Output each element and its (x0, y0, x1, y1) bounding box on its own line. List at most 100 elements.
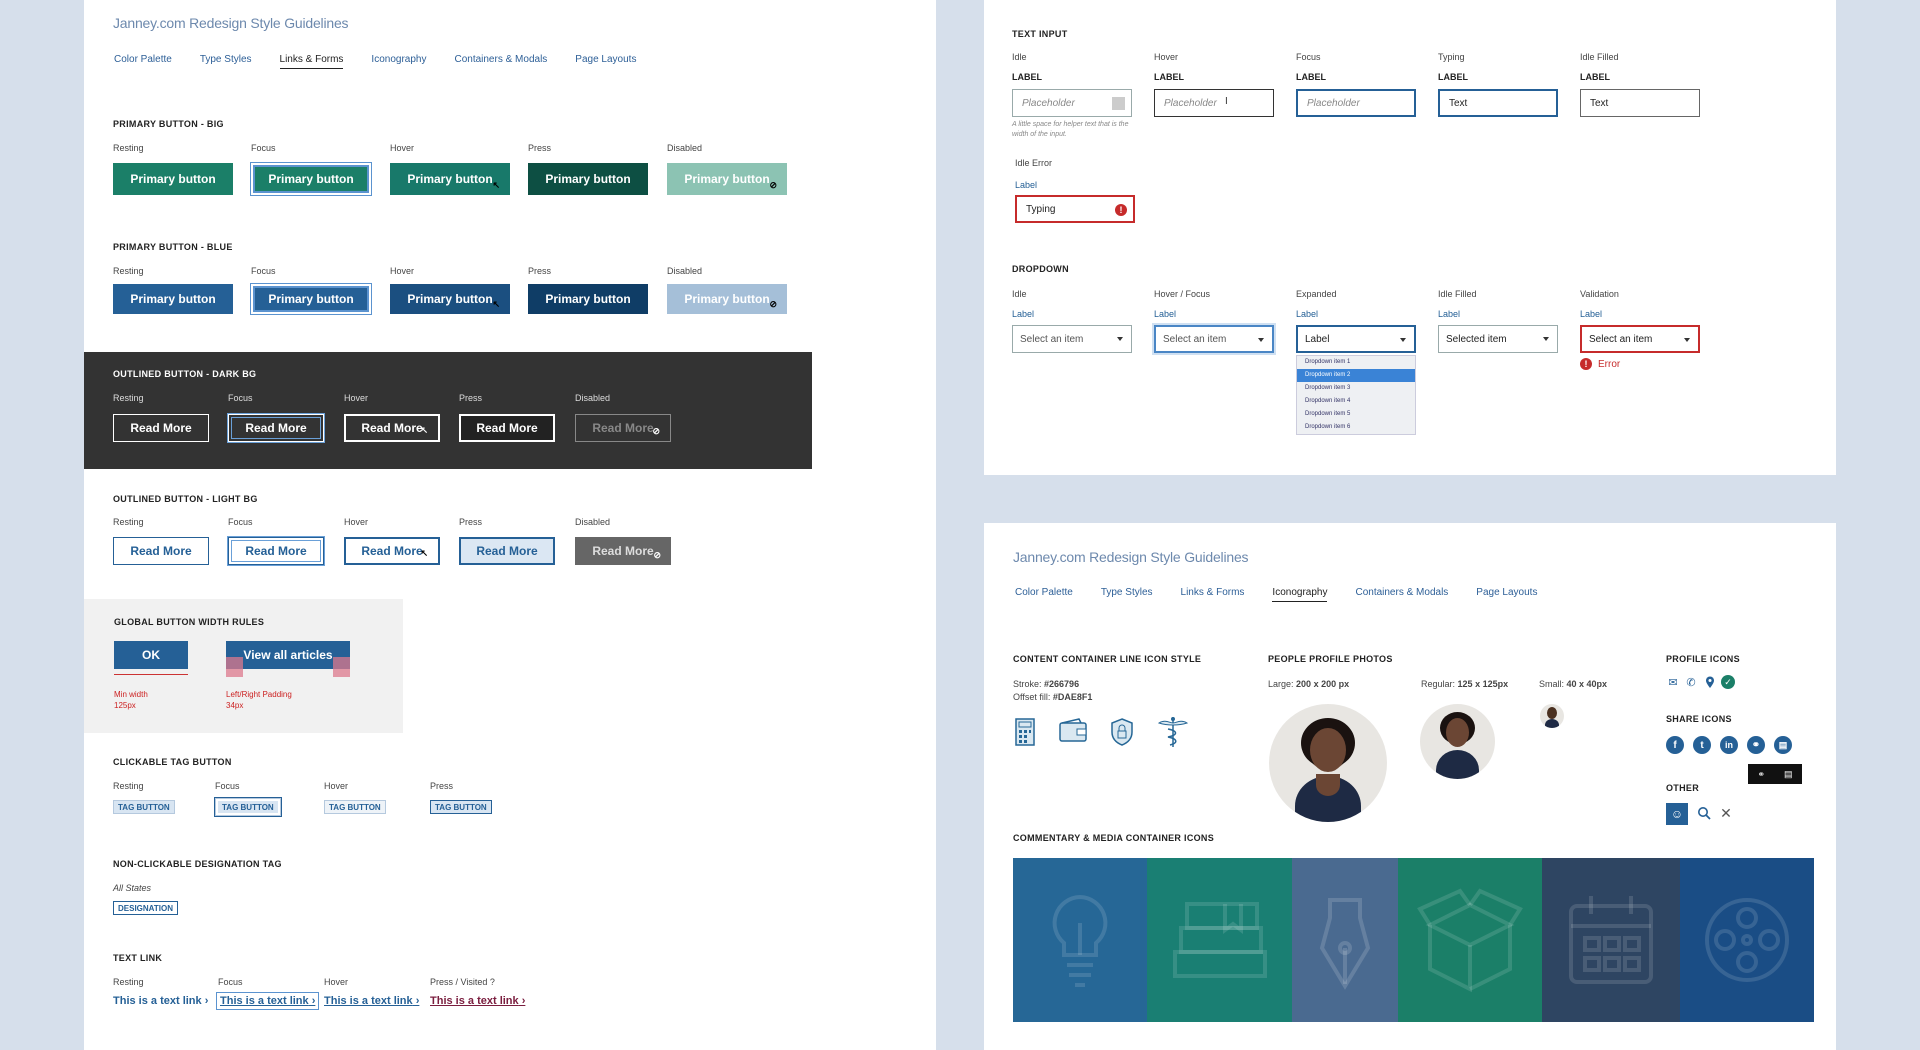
dropdown-item[interactable]: Dropdown item 3 (1297, 382, 1415, 395)
nav-containers-modals[interactable]: Containers & Modals (1355, 587, 1448, 602)
field-label: Label (1438, 309, 1461, 319)
text-input-hover[interactable]: Placeholder I (1154, 89, 1274, 117)
tag-button-hover[interactable]: TAG BUTTON (324, 800, 386, 814)
outlined-button-focus[interactable]: Read More (227, 413, 325, 443)
text-input-focus[interactable]: Placeholder (1296, 89, 1416, 117)
primary-button-press[interactable]: Primary button (528, 163, 648, 195)
state-label: Validation (1580, 289, 1619, 299)
padding-note: Left/Right Padding (226, 690, 292, 699)
outlined-light-button-focus[interactable]: Read More (227, 536, 325, 566)
state-label: Hover (1154, 52, 1179, 62)
close-icon[interactable]: ✕ (1718, 805, 1734, 821)
phone-icon[interactable]: ✆ (1684, 675, 1698, 689)
outlined-light-button-press[interactable]: Read More (459, 537, 555, 565)
primary-blue-button-resting[interactable]: Primary button (113, 284, 233, 314)
user-account-icon[interactable]: ☺ (1666, 803, 1688, 825)
dropdown-item[interactable]: Dropdown item 1 (1297, 356, 1415, 369)
nav-type-styles[interactable]: Type Styles (1101, 587, 1153, 602)
dropdown-value: Select an item (1163, 333, 1227, 345)
dropdown-item[interactable]: Dropdown item 6 (1297, 421, 1415, 434)
primary-blue-button-press[interactable]: Primary button (528, 284, 648, 314)
location-pin-icon[interactable] (1703, 675, 1717, 689)
dropdown-filled[interactable]: Selected item (1438, 325, 1558, 353)
outlined-button-resting[interactable]: Read More (113, 414, 209, 442)
style-guide-iconography-panel: Janney.com Redesign Style Guidelines Col… (984, 523, 1836, 1050)
dropdown-item[interactable]: Dropdown item 4 (1297, 395, 1415, 408)
primary-blue-button-hover[interactable]: Primary button ↖ (390, 284, 510, 314)
print-icon[interactable]: ▤ (1784, 769, 1793, 780)
state-label: Hover (324, 977, 349, 987)
dropdown-value: Selected item (1446, 333, 1507, 345)
dropdown-validation[interactable]: Select an item (1580, 325, 1700, 353)
view-all-articles-button[interactable]: View all articles (226, 641, 350, 669)
state-label: Press / Visited ? (430, 977, 495, 987)
spec-label: Offset fill: (1013, 692, 1051, 702)
text-input-idle[interactable]: Placeholder (1012, 89, 1132, 117)
section-heading: NON-CLICKABLE DESIGNATION TAG (113, 859, 282, 869)
outlined-button-press[interactable]: Read More (459, 414, 555, 442)
wallet-icon (1057, 716, 1089, 746)
profile-photo-small (1540, 704, 1564, 728)
nav-iconography[interactable]: Iconography (1272, 587, 1328, 602)
facebook-icon[interactable]: f (1666, 736, 1684, 754)
text-link-resting[interactable]: This is a text link › (113, 995, 208, 1007)
nav-type-styles[interactable]: Type Styles (200, 54, 252, 69)
dropdown-item-selected[interactable]: Dropdown item 2 (1297, 369, 1415, 382)
dropdown-idle[interactable]: Select an item (1012, 325, 1132, 353)
outlined-button-hover[interactable]: Read More ↖ (344, 414, 440, 442)
text-cursor-icon: I (1225, 96, 1228, 107)
dropdown-item[interactable]: Dropdown item 5 (1297, 408, 1415, 421)
outlined-light-button-resting[interactable]: Read More (113, 537, 209, 565)
text-link-hover[interactable]: This is a text link › (324, 995, 419, 1007)
text-input-typing[interactable]: Text (1438, 89, 1558, 117)
not-allowed-cursor-icon: ⊘ (769, 299, 777, 309)
state-label: Resting (113, 266, 144, 276)
input-placeholder: Placeholder (1164, 97, 1217, 109)
dropdown-menu: Dropdown item 1 Dropdown item 2 Dropdown… (1296, 355, 1416, 435)
section-heading: TEXT LINK (113, 953, 163, 963)
link-label: This is a text link (430, 995, 519, 1007)
tag-button-resting[interactable]: TAG BUTTON (113, 800, 175, 814)
nav-color-palette[interactable]: Color Palette (114, 54, 172, 69)
nav-page-layouts[interactable]: Page Layouts (1476, 587, 1537, 602)
primary-button-resting[interactable]: Primary button (113, 163, 233, 195)
nav-containers-modals[interactable]: Containers & Modals (454, 54, 547, 69)
primary-button-focus[interactable]: Primary button (250, 162, 372, 196)
style-guide-links-forms-panel: Janney.com Redesign Style Guidelines Col… (84, 0, 936, 1050)
linkedin-icon[interactable]: in (1720, 736, 1738, 754)
state-label: Hover (324, 781, 349, 791)
state-label: Resting (113, 143, 144, 153)
nav-iconography[interactable]: Iconography (371, 54, 426, 69)
dropdown-error-message: ! Error (1580, 358, 1620, 370)
mail-icon[interactable]: ✉ (1666, 675, 1680, 689)
nav-links-forms[interactable]: Links & Forms (1181, 587, 1245, 602)
text-link-focus[interactable]: This is a text link › (216, 992, 320, 1010)
state-label: Hover (390, 143, 415, 153)
offset-spec: Offset fill: #DAE8F1 (1013, 692, 1092, 702)
tag-button-focus[interactable]: TAG BUTTON (214, 797, 282, 817)
designation-tag: DESIGNATION (113, 901, 178, 915)
primary-button-disabled: Primary button ⊘ (667, 163, 787, 195)
twitter-icon[interactable]: t (1693, 736, 1711, 754)
dropdown-expanded[interactable]: Label (1296, 325, 1416, 353)
nav-page-layouts[interactable]: Page Layouts (575, 54, 636, 69)
print-icon[interactable]: ▤ (1774, 736, 1792, 754)
ok-button[interactable]: OK (114, 641, 188, 669)
text-link-visited[interactable]: This is a text link › (430, 995, 525, 1007)
outlined-light-button-hover[interactable]: Read More ↖ (344, 537, 440, 565)
link-icon[interactable]: ⚭ (1747, 736, 1765, 754)
primary-button-hover[interactable]: Primary button ↖ (390, 163, 510, 195)
link-icon[interactable]: ⚭ (1757, 769, 1765, 780)
dropdown-hover-focus[interactable]: Select an item (1154, 325, 1274, 353)
nav-links-forms[interactable]: Links & Forms (279, 54, 344, 69)
link-label: This is a text link (113, 995, 202, 1007)
nav-color-palette[interactable]: Color Palette (1015, 587, 1073, 602)
cursor-icon: ↖ (420, 548, 428, 558)
tag-button-press[interactable]: TAG BUTTON (430, 800, 492, 814)
text-input-filled[interactable]: Text (1580, 89, 1700, 117)
primary-blue-button-focus[interactable]: Primary button (250, 283, 372, 315)
search-icon[interactable] (1696, 805, 1712, 821)
dark-bg-section: OUTLINED BUTTON - DARK BG Resting Focus … (84, 352, 812, 469)
text-input-error[interactable]: Typing! (1015, 195, 1135, 223)
autofill-icon (1112, 97, 1125, 110)
